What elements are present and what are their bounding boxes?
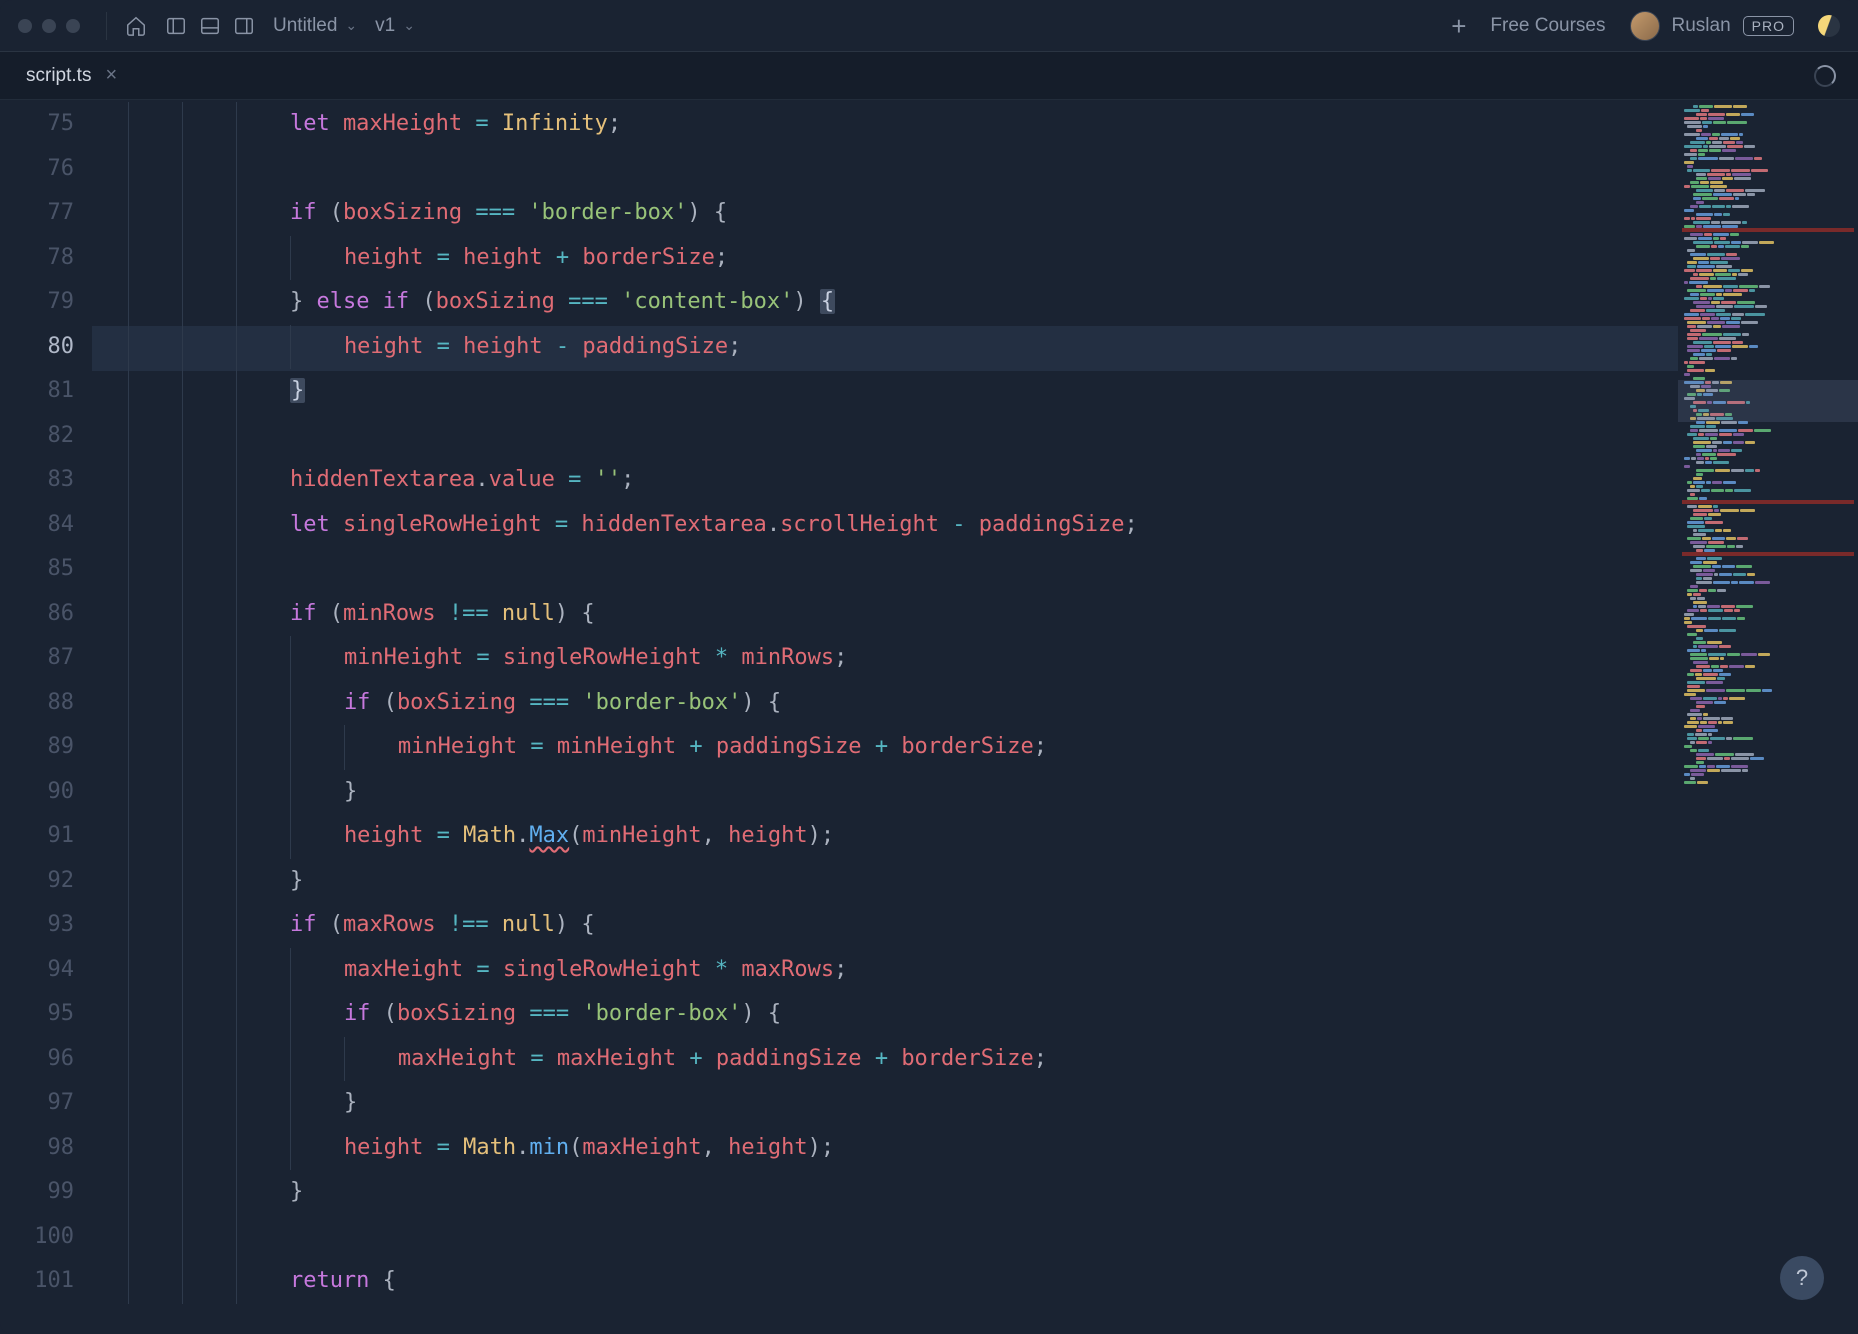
avatar [1630, 11, 1660, 41]
layout-bottom-panel-icon[interactable] [199, 15, 221, 37]
line-number: 85 [0, 547, 74, 592]
tab-script-ts[interactable]: script.ts × [8, 52, 135, 99]
code-line [92, 1215, 1678, 1260]
line-number: 80 [0, 325, 74, 370]
titlebar-right: + Free Courses Ruslan PRO [1451, 11, 1840, 41]
line-number: 97 [0, 1081, 74, 1126]
code-line: let maxHeight = Infinity; [92, 102, 1678, 147]
code-line: return { [92, 1259, 1678, 1304]
line-number: 99 [0, 1170, 74, 1215]
close-window-icon[interactable] [18, 19, 32, 33]
tab-label: script.ts [26, 65, 91, 87]
code-line: minHeight = singleRowHeight * minRows; [92, 636, 1678, 681]
new-button[interactable]: + [1451, 13, 1466, 39]
code-line: } [92, 859, 1678, 904]
code-line: let singleRowHeight = hiddenTextarea.scr… [92, 503, 1678, 548]
version-dropdown[interactable]: v1 ⌄ [375, 15, 415, 37]
code-line [92, 147, 1678, 192]
line-number: 83 [0, 458, 74, 503]
line-number: 77 [0, 191, 74, 236]
layout-sidebar-left-icon[interactable] [165, 15, 187, 37]
code-line: if (minRows !== null) { [92, 592, 1678, 637]
line-number: 93 [0, 903, 74, 948]
theme-toggle-icon[interactable] [1818, 15, 1840, 37]
code-line: height = Math.Max(minHeight, height); [92, 814, 1678, 859]
line-number: 94 [0, 948, 74, 993]
code-line: if (boxSizing === 'border-box') { [92, 992, 1678, 1037]
line-number: 101 [0, 1259, 74, 1304]
line-number: 96 [0, 1037, 74, 1082]
line-number: 88 [0, 681, 74, 726]
line-number: 100 [0, 1215, 74, 1260]
close-icon[interactable]: × [105, 64, 117, 87]
code-line: } [92, 770, 1678, 815]
line-number: 92 [0, 859, 74, 904]
home-icon[interactable] [125, 15, 147, 37]
code-content: let maxHeight = Infinity; if (boxSizing … [92, 100, 1678, 1304]
username-label: Ruslan [1672, 15, 1731, 37]
line-number: 86 [0, 592, 74, 637]
line-number: 76 [0, 147, 74, 192]
version-label: v1 [375, 15, 395, 37]
code-line: height = Math.min(maxHeight, height); [92, 1126, 1678, 1171]
layout-sidebar-right-icon[interactable] [233, 15, 255, 37]
code-line [92, 547, 1678, 592]
line-number: 78 [0, 236, 74, 281]
loading-spinner-icon [1814, 65, 1836, 87]
line-number: 79 [0, 280, 74, 325]
line-number: 84 [0, 503, 74, 548]
titlebar: Untitled ⌄ v1 ⌄ + Free Courses Ruslan PR… [0, 0, 1858, 52]
divider [106, 12, 107, 40]
tab-bar: script.ts × [0, 52, 1858, 100]
code-line: } else if (boxSizing === 'content-box') … [92, 280, 1678, 325]
code-viewport[interactable]: let maxHeight = Infinity; if (boxSizing … [92, 100, 1678, 1334]
line-number: 95 [0, 992, 74, 1037]
window-controls [18, 19, 80, 33]
minimap[interactable] [1678, 100, 1858, 1334]
line-number: 89 [0, 725, 74, 770]
editor-area: 7576777879808182838485868788899091929394… [0, 100, 1858, 1334]
project-dropdown[interactable]: Untitled ⌄ [273, 15, 357, 37]
line-number: 82 [0, 414, 74, 459]
code-line: if (boxSizing === 'border-box') { [92, 191, 1678, 236]
free-courses-link[interactable]: Free Courses [1490, 15, 1605, 37]
code-line: minHeight = minHeight + paddingSize + bo… [92, 725, 1678, 770]
minimap-viewport[interactable] [1678, 380, 1858, 422]
chevron-down-icon: ⌄ [403, 17, 415, 34]
layout-toggles [165, 15, 255, 37]
code-line: } [92, 1081, 1678, 1126]
code-line: if (boxSizing === 'border-box') { [92, 681, 1678, 726]
line-number: 90 [0, 770, 74, 815]
line-number: 98 [0, 1126, 74, 1171]
line-number-gutter: 7576777879808182838485868788899091929394… [0, 100, 92, 1334]
help-button[interactable]: ? [1780, 1256, 1824, 1300]
code-line: } [92, 369, 1678, 414]
code-line: if (maxRows !== null) { [92, 903, 1678, 948]
code-line: } [92, 1170, 1678, 1215]
line-number: 75 [0, 102, 74, 147]
app-window: Untitled ⌄ v1 ⌄ + Free Courses Ruslan PR… [0, 0, 1858, 1334]
code-line: maxHeight = maxHeight + paddingSize + bo… [92, 1037, 1678, 1082]
code-line: height = height - paddingSize; [92, 325, 1678, 370]
code-line: hiddenTextarea.value = ''; [92, 458, 1678, 503]
code-line: height = height + borderSize; [92, 236, 1678, 281]
pro-badge: PRO [1743, 16, 1794, 36]
line-number: 91 [0, 814, 74, 859]
project-name-label: Untitled [273, 15, 337, 37]
help-label: ? [1796, 1265, 1808, 1291]
maximize-window-icon[interactable] [66, 19, 80, 33]
line-number: 87 [0, 636, 74, 681]
chevron-down-icon: ⌄ [345, 17, 357, 34]
code-line: maxHeight = singleRowHeight * maxRows; [92, 948, 1678, 993]
user-menu[interactable]: Ruslan PRO [1630, 11, 1795, 41]
line-number: 81 [0, 369, 74, 414]
code-line [92, 414, 1678, 459]
minimize-window-icon[interactable] [42, 19, 56, 33]
